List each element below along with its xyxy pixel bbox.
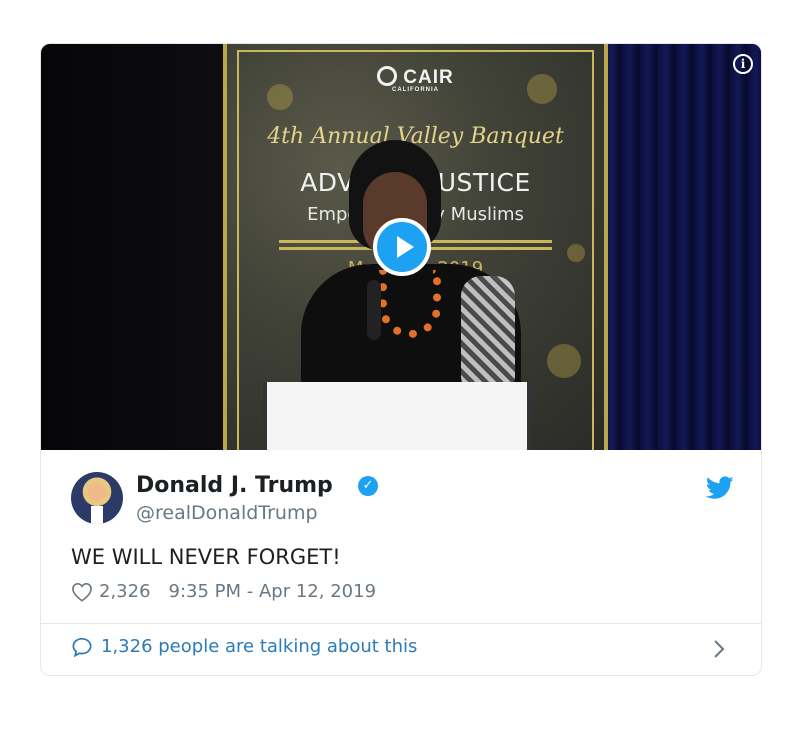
speech-bubble-icon [72,637,92,657]
author-handle[interactable]: @realDonaldTrump [136,502,318,524]
info-icon[interactable]: i [733,54,753,74]
tweet-timestamp[interactable]: 9:35 PM - Apr 12, 2019 [169,581,376,602]
like-count[interactable]: 2,326 [99,581,151,602]
divider [41,623,761,624]
verified-badge-icon: ✓ [358,476,378,496]
tweet-video[interactable]: CAIR CALIFORNIA 4th Annual Valley Banque… [41,44,761,450]
microphone [367,280,381,340]
author-name[interactable]: Donald J. Trump [136,473,333,498]
avatar[interactable] [71,472,123,524]
banner-logo: CAIR CALIFORNIA [227,66,604,93]
twitter-bird-icon[interactable] [706,476,734,500]
chevron-right-icon[interactable] [712,638,726,660]
conversation-label: 1,326 people are talking about this [101,636,418,657]
tweet-meta: 2,326 9:35 PM - Apr 12, 2019 [71,581,376,602]
play-icon[interactable] [373,218,431,276]
embedded-tweet-card: CAIR CALIFORNIA 4th Annual Valley Banque… [40,43,762,676]
conversation-link[interactable]: 1,326 people are talking about this [71,636,417,657]
stage-curtain [603,44,761,450]
tweet-text: WE WILL NEVER FORGET! [71,545,341,569]
podium [263,382,531,450]
heart-icon[interactable] [71,582,93,602]
